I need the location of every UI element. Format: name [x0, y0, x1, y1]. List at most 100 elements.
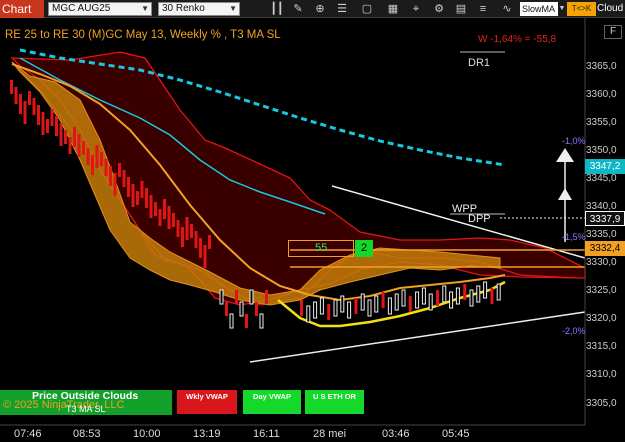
renko-brick [463, 284, 467, 300]
renko-brick [163, 199, 166, 219]
price-tag-cyan: 3347,2 [585, 159, 625, 174]
renko-brick [145, 188, 148, 208]
list-icon[interactable]: ≡ [476, 2, 490, 16]
renko-brick [428, 293, 433, 311]
renko-brick [235, 290, 238, 304]
renko-brick [23, 101, 27, 124]
y-tick: 3335,0 [586, 229, 617, 240]
renko-brick [104, 159, 108, 176]
renko-brick [401, 289, 406, 307]
renko-brick [28, 91, 31, 105]
us-eth-or-button[interactable]: U S ETH OR [305, 390, 364, 414]
price-outside-clouds-label: Price Outside Clouds [32, 390, 139, 402]
renko-brick [415, 291, 420, 309]
renko-brick [199, 238, 202, 258]
renko-brick [225, 302, 228, 316]
chart-tab[interactable]: Chart [0, 0, 44, 18]
x-tick: 03:46 [382, 428, 410, 440]
renko-brick [118, 163, 121, 177]
renko-brick [229, 313, 234, 329]
renko-brick [208, 235, 211, 249]
renko-brick [259, 313, 264, 329]
renko-brick [306, 305, 311, 323]
renko-brick [333, 299, 338, 317]
y-tick: 3355,0 [586, 117, 617, 128]
renko-brick [265, 290, 268, 304]
renko-brick [436, 290, 439, 306]
renko-brick [239, 301, 244, 317]
bar-type-dropdown[interactable]: 30 Renko ▼ [158, 2, 240, 16]
wkly-vwap-button[interactable]: Wkly VWAP [177, 390, 237, 414]
y-tick: 3325,0 [586, 285, 617, 296]
gear-icon[interactable]: ⚙ [432, 2, 446, 16]
renko-brick [455, 287, 460, 305]
x-tick: 07:46 [14, 428, 42, 440]
weekly-change-label: W -1,64% = -55,8 [478, 34, 557, 45]
brick-count-box: 55 [288, 240, 354, 257]
renko-brick [354, 298, 358, 314]
renko-brick [194, 231, 198, 248]
renko-brick [100, 152, 103, 166]
chart-icon[interactable]: ▤ [454, 2, 468, 16]
instrument-dropdown[interactable]: MGC AUG25 ▼ [48, 2, 152, 16]
renko-brick [219, 289, 224, 305]
renko-brick [374, 295, 379, 313]
f-button[interactable]: F [604, 25, 622, 39]
renko-brick [50, 109, 54, 126]
day-vwap-button[interactable]: Day VWAP [243, 390, 301, 414]
chart-line-icon[interactable]: ∿ [500, 2, 514, 16]
trendline-lower [249, 311, 586, 363]
renko-brick [319, 297, 324, 315]
renko-brick [41, 112, 45, 135]
renko-brick [313, 301, 318, 319]
renko-brick [394, 293, 399, 311]
chevron-down-icon: ▼ [229, 4, 237, 13]
renko-brick [136, 191, 139, 205]
y-tick: 3350,0 [586, 145, 617, 156]
magnifier-icon[interactable]: ⊕ [313, 2, 327, 16]
renko-brick [421, 287, 426, 305]
renko-brick [73, 127, 76, 147]
projection-arrow-head-lower [558, 188, 572, 200]
renko-brick [82, 141, 85, 155]
cloud-label[interactable]: Cloud [597, 2, 623, 16]
renko-brick [483, 281, 488, 299]
pct-label: -1,0% [562, 136, 586, 146]
crosshair-icon[interactable]: ⌖ [409, 2, 423, 16]
renko-brick [360, 293, 365, 311]
pct-label: -1,5% [562, 232, 586, 242]
renko-brick [14, 87, 18, 104]
dpp-label: DPP [468, 213, 491, 225]
renko-brick [46, 119, 49, 133]
renko-brick [55, 116, 58, 136]
renko-brick [367, 299, 372, 317]
renko-brick [181, 227, 184, 247]
renko-brick [449, 291, 454, 309]
bars-icon[interactable]: ┃┃ [270, 2, 284, 16]
renko-brick [387, 297, 392, 315]
renko-brick [140, 181, 144, 198]
renko-brick [490, 288, 494, 304]
renko-brick [127, 177, 130, 197]
y-tick: 3315,0 [586, 341, 617, 352]
sliders-icon[interactable]: ☰ [335, 2, 349, 16]
chart-plot-area[interactable] [0, 18, 625, 442]
slow-ma-button[interactable]: SlowMA [520, 2, 558, 16]
chevron-down-icon: ▼ [141, 4, 149, 13]
x-tick: 10:00 [133, 428, 161, 440]
tk-toggle-button[interactable]: T<>K [567, 2, 596, 16]
renko-brick [300, 300, 303, 316]
x-tick: 08:53 [73, 428, 101, 440]
window-icon[interactable]: ▢ [360, 2, 374, 16]
renko-brick [122, 170, 126, 187]
chevron-down-icon[interactable]: ▼ [557, 2, 567, 16]
grid-icon[interactable]: ▦ [386, 2, 400, 16]
renko-brick [190, 224, 193, 238]
renko-brick [32, 98, 36, 115]
renko-brick [86, 148, 90, 165]
pencil-icon[interactable]: ✎ [291, 2, 305, 16]
renko-brick [245, 314, 248, 328]
x-tick: 13:19 [193, 428, 221, 440]
renko-brick [442, 285, 447, 303]
renko-brick [476, 285, 481, 303]
